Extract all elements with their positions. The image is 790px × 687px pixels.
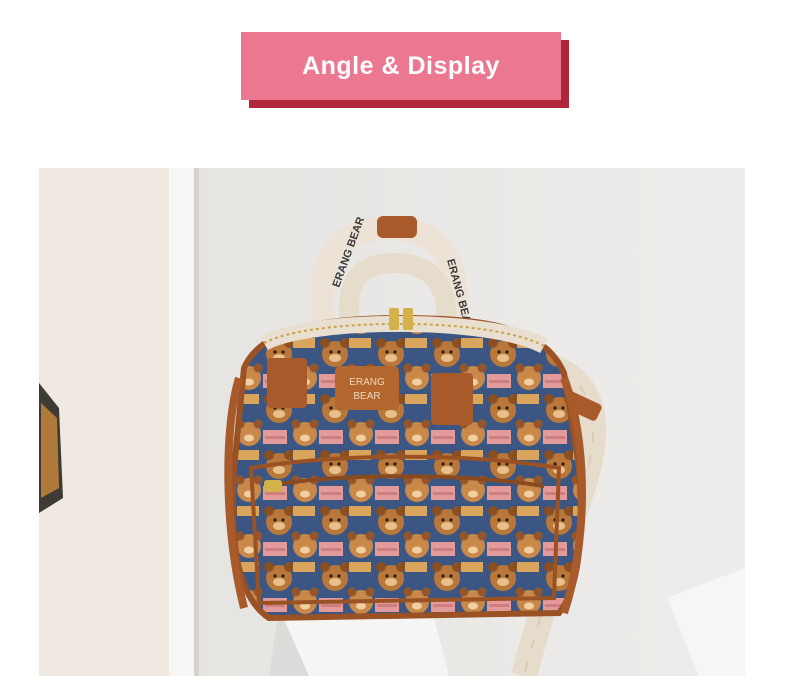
section-title: Angle & Display — [241, 32, 561, 100]
patch-text-1: ERANG — [349, 377, 385, 388]
bag-illustration: ERANG BEAR ERANG BEAR ERANG BEAR — [39, 168, 745, 676]
product-photo: ERANG BEAR ERANG BEAR ERANG BEAR — [39, 168, 745, 676]
patch-text-2: BEAR — [353, 391, 380, 402]
section-header: Angle & Display — [241, 32, 569, 112]
